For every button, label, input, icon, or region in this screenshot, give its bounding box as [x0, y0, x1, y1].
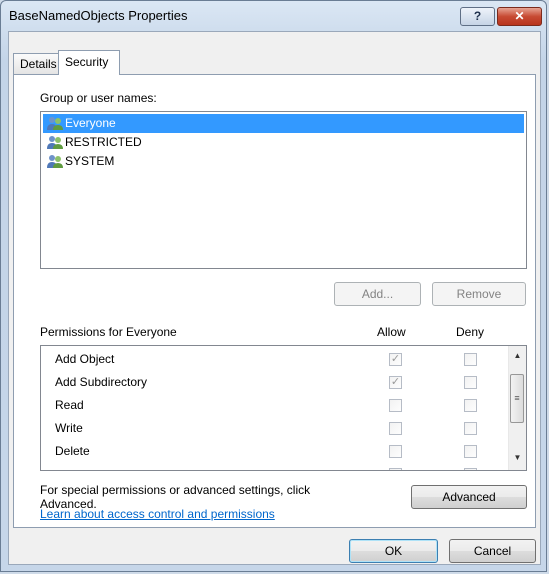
permission-name: Add Subdirectory	[55, 375, 148, 389]
add-button[interactable]: Add...	[334, 282, 421, 306]
list-item-system[interactable]: SYSTEM	[43, 152, 524, 171]
allow-checkbox-delete[interactable]	[389, 445, 402, 458]
deny-checkbox-add-object[interactable]	[464, 353, 477, 366]
ok-button[interactable]: OK	[349, 539, 438, 563]
permissions-scrollbar[interactable]: ▲ ≡ ▼	[508, 346, 526, 470]
remove-button[interactable]: Remove	[432, 282, 526, 306]
permission-row-delete: Delete	[41, 440, 507, 463]
group-label: Group or user names:	[40, 91, 157, 105]
list-item-restricted[interactable]: RESTRICTED	[43, 133, 524, 152]
title-bar[interactable]: BaseNamedObjects Properties ? ✕	[1, 1, 546, 31]
deny-checkbox-add-subdirectory[interactable]	[464, 376, 477, 389]
advanced-button[interactable]: Advanced	[411, 485, 527, 509]
tab-security[interactable]: Security	[58, 50, 120, 75]
user-name: Everyone	[65, 116, 116, 130]
help-button[interactable]: ?	[460, 7, 495, 26]
user-group-icon	[47, 117, 63, 130]
deny-checkbox-delete[interactable]	[464, 445, 477, 458]
close-icon: ✕	[514, 9, 525, 23]
close-button[interactable]: ✕	[497, 7, 542, 26]
allow-checkbox-add-object[interactable]: ✓	[389, 353, 402, 366]
dialog-client: Details Security Group or user names: Ev…	[8, 31, 541, 565]
allow-checkbox-partial[interactable]	[389, 468, 402, 470]
user-name: SYSTEM	[65, 154, 115, 168]
scroll-up-arrow-icon[interactable]: ▲	[512, 350, 523, 362]
security-tab-page: Group or user names: Everyone RESTRICTED	[13, 74, 536, 528]
cancel-button[interactable]: Cancel	[449, 539, 536, 563]
scroll-thumb[interactable]: ≡	[510, 374, 524, 423]
permission-name: Delete	[55, 444, 90, 458]
deny-checkbox-write[interactable]	[464, 422, 477, 435]
permissions-list: Add Object ✓ Add Subdirectory ✓ Read Wri…	[40, 345, 527, 471]
permission-row-write: Write	[41, 417, 507, 440]
permission-name: Add Object	[55, 352, 115, 366]
permission-row-read: Read	[41, 394, 507, 417]
allow-checkbox-add-subdirectory[interactable]: ✓	[389, 376, 402, 389]
permission-row-partial	[41, 463, 507, 470]
allow-checkbox-read[interactable]	[389, 399, 402, 412]
scroll-down-arrow-icon[interactable]: ▼	[512, 452, 523, 464]
deny-checkbox-read[interactable]	[464, 399, 477, 412]
special-permissions-text-line1: For special permissions or advanced sett…	[40, 483, 311, 497]
permission-row-add-subdirectory: Add Subdirectory ✓	[41, 371, 507, 394]
learn-more-link[interactable]: Learn about access control and permissio…	[40, 507, 275, 521]
deny-checkbox-partial[interactable]	[464, 468, 477, 470]
properties-window: BaseNamedObjects Properties ? ✕ Details …	[0, 0, 547, 572]
permission-name: Write	[55, 421, 83, 435]
window-title: BaseNamedObjects Properties	[9, 8, 188, 23]
permission-name: Read	[55, 398, 84, 412]
permissions-label: Permissions for Everyone	[40, 325, 177, 339]
permission-row-add-object: Add Object ✓	[41, 348, 507, 371]
user-name: RESTRICTED	[65, 135, 142, 149]
allow-checkbox-write[interactable]	[389, 422, 402, 435]
user-group-icon	[47, 136, 63, 149]
allow-header: Allow	[377, 325, 406, 339]
user-group-icon	[47, 155, 63, 168]
user-list[interactable]: Everyone RESTRICTED SYSTEM	[40, 111, 527, 269]
list-item-everyone[interactable]: Everyone	[43, 114, 524, 133]
deny-header: Deny	[456, 325, 485, 339]
tab-details[interactable]: Details	[13, 53, 59, 74]
